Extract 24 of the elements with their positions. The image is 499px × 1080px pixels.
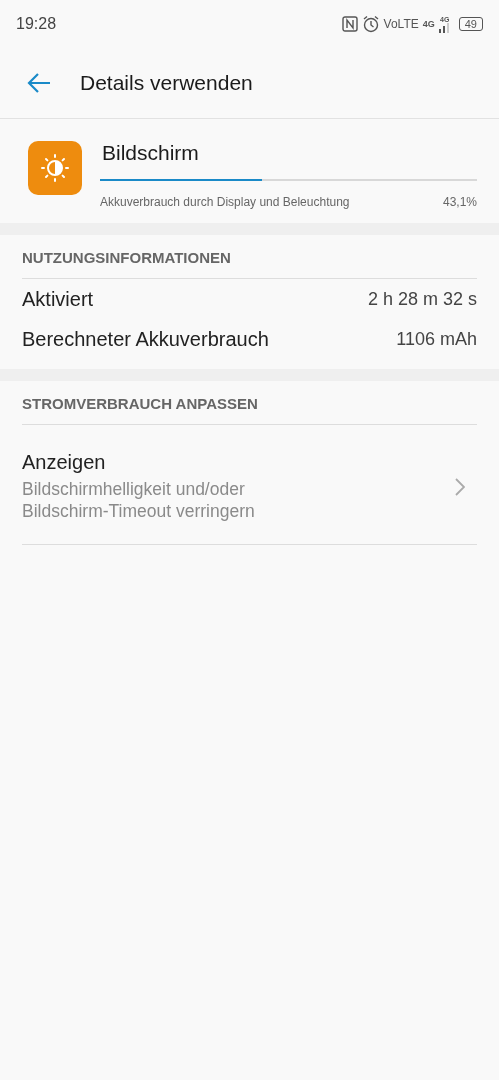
row-value: 2 h 28 m 32 s	[367, 288, 477, 310]
data-type-label: 4G	[422, 19, 435, 29]
item-subtitle: Bildschirm-Timeout verringern	[22, 500, 255, 522]
chevron-right-icon	[455, 477, 465, 496]
settings-list-item[interactable]: Anzeigen Bildschirmhelligkeit und/oder Bildschirm-Timeout verringern	[22, 425, 477, 545]
alarm-icon	[361, 15, 380, 33]
brightness-icon	[28, 141, 82, 195]
usage-description: Akkuverbrauch durch Display und Beleuchtung	[100, 195, 350, 209]
item-title: Anzeigen	[22, 451, 107, 474]
section-header: STROMVERBRAUCH ANPASSEN	[22, 381, 477, 425]
usage-percent: 43,1%	[442, 195, 477, 209]
battery-icon: 49	[458, 17, 483, 31]
clock: 19:28	[16, 15, 57, 33]
back-arrow-icon[interactable]	[26, 72, 52, 94]
section-header: NUTZUNGSINFORMATIONEN	[22, 235, 477, 279]
row-value: 1106 mAh	[396, 328, 477, 350]
app-name: Bildschirm	[102, 141, 200, 165]
item-subtitle: Bildschirmhelligkeit und/oder	[22, 478, 246, 500]
row-label: Berechneter Akkuverbrauch	[22, 327, 269, 351]
signal-icon	[438, 22, 451, 33]
page-title: Details verwenden	[80, 71, 253, 95]
row-label: Aktiviert	[22, 287, 94, 311]
nfc-icon	[341, 16, 358, 32]
network-label: VoLTE	[383, 17, 419, 31]
